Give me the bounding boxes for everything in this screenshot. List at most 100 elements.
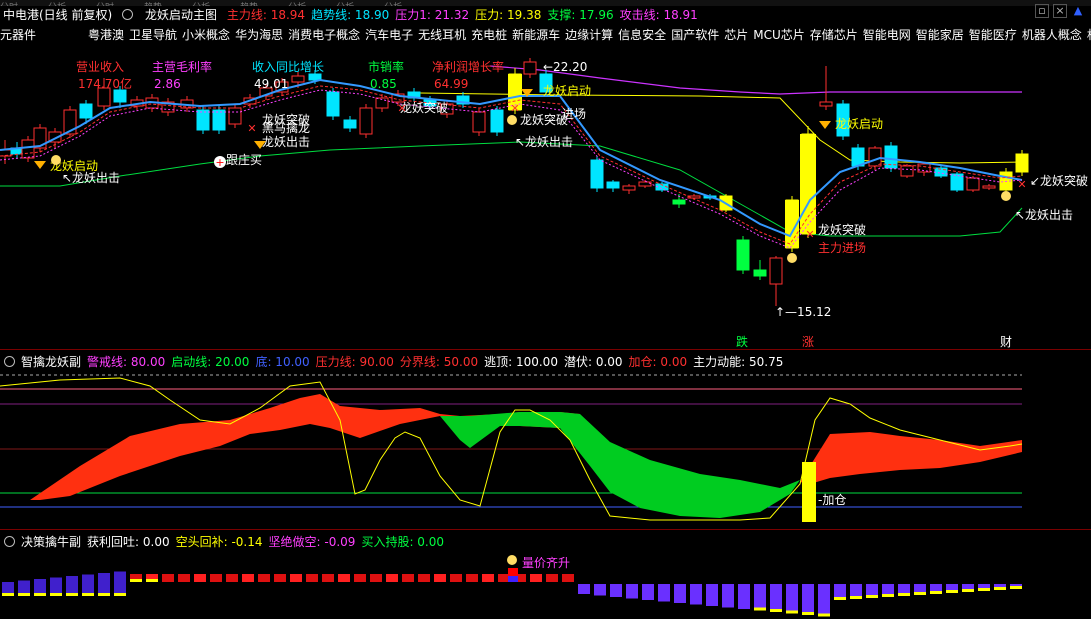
sub2-bar-5[interactable]: [82, 574, 94, 597]
sub2-cap-60: [962, 589, 974, 592]
chart-annotation-13: ↖龙妖出击: [1015, 208, 1073, 222]
sub2-bar-27[interactable]: [434, 574, 446, 582]
candle-body-44[interactable]: [736, 239, 750, 271]
candle-body-36[interactable]: [606, 181, 620, 189]
sub2-bar-39[interactable]: [626, 584, 638, 599]
sub2-bar-6[interactable]: [98, 573, 110, 596]
sub2-bar-49[interactable]: [786, 584, 798, 614]
sub2-bar-28[interactable]: [450, 574, 462, 582]
sub2-bar-14[interactable]: [226, 574, 238, 582]
sub2-bar-26[interactable]: [418, 574, 430, 582]
sub2-bar-34[interactable]: [546, 574, 558, 582]
sub2-bar-50[interactable]: [802, 584, 814, 615]
candle-body-31[interactable]: [490, 109, 504, 133]
follow-buy-plus: +: [215, 156, 224, 169]
sub2-bar-37[interactable]: [594, 584, 606, 596]
sub2-bar-47[interactable]: [754, 584, 766, 611]
sub2-bar-40[interactable]: [642, 584, 654, 600]
candle-body-49[interactable]: [819, 101, 833, 107]
sub2-bar-24[interactable]: [386, 574, 398, 582]
sub2-bar-36[interactable]: [578, 584, 590, 594]
candle-body-21[interactable]: [326, 91, 340, 117]
candle-body-61[interactable]: [1015, 153, 1029, 173]
candle-body-19[interactable]: [291, 75, 305, 83]
candle-body-6[interactable]: [79, 103, 93, 119]
fundamental-value-0: 174.70亿: [78, 76, 132, 91]
sub2-cap-62: [994, 587, 1006, 590]
sub2-cap-61: [978, 588, 990, 591]
sub2-bar-30[interactable]: [482, 574, 494, 582]
sub1-settings-icon[interactable]: [4, 356, 15, 367]
candle-body-40[interactable]: [672, 199, 686, 205]
chart-annotation-12: ↙龙妖突破: [1030, 173, 1088, 188]
candle-body-54[interactable]: [900, 165, 914, 177]
sub2-bar-29[interactable]: [466, 574, 478, 582]
sub2-bar-33[interactable]: [530, 574, 542, 582]
sub2-cap-56: [898, 593, 910, 596]
sub1-title[interactable]: 智擒龙妖副: [21, 355, 81, 369]
sub2-param-3: 买入持股: 0.00: [361, 535, 445, 549]
vol-price-label: 量价齐升: [522, 555, 570, 570]
sub2-bar-41[interactable]: [658, 584, 670, 602]
sub2-bar-43[interactable]: [690, 584, 702, 605]
candle-body-15[interactable]: [228, 107, 242, 125]
candle-body-55[interactable]: [917, 163, 931, 173]
sub2-bar-51[interactable]: [818, 584, 830, 617]
candle-body-37[interactable]: [622, 185, 636, 191]
candle-body-30[interactable]: [472, 111, 486, 133]
cross-marker-1: ✕: [397, 102, 406, 115]
high-price-label: ←22.20: [543, 60, 587, 74]
sub2-bar-35[interactable]: [562, 574, 574, 582]
candle-body-35[interactable]: [590, 159, 604, 189]
sub2-bar-44[interactable]: [706, 584, 718, 606]
candle-body-8[interactable]: [113, 89, 127, 103]
panel-divider-1[interactable]: [0, 349, 1091, 350]
sub2-cap-4: [66, 593, 78, 596]
sub2-bar-7[interactable]: [114, 571, 126, 597]
panel-divider-2[interactable]: [0, 529, 1091, 530]
candle-body-59[interactable]: [982, 185, 996, 189]
sub2-bar-20[interactable]: [322, 574, 334, 582]
sub2-bar-19[interactable]: [306, 574, 318, 582]
sub2-bar-25[interactable]: [402, 574, 414, 582]
add-position-bar[interactable]: [802, 462, 816, 522]
candle-body-2[interactable]: [21, 139, 35, 159]
candle-body-20[interactable]: [308, 73, 322, 81]
candle-body-14[interactable]: [212, 109, 226, 131]
sub2-bar-17[interactable]: [274, 574, 286, 582]
sub2-bar-48[interactable]: [770, 584, 782, 612]
sub2-cap-59: [946, 590, 958, 593]
candle-body-23[interactable]: [359, 107, 373, 135]
sub2-bar-10[interactable]: [162, 574, 174, 582]
candle-body-46[interactable]: [769, 257, 783, 285]
sub2-bar-11[interactable]: [178, 574, 190, 582]
sub2-cap-55: [882, 594, 894, 597]
candle-body-22[interactable]: [343, 119, 357, 129]
sub2-title[interactable]: 决策擒牛副: [21, 535, 81, 549]
sub2-bar-46[interactable]: [738, 584, 750, 609]
sub2-bar-16[interactable]: [258, 574, 270, 582]
candle-body-57[interactable]: [950, 173, 964, 191]
candle-body-45[interactable]: [753, 269, 767, 277]
candle-body-52[interactable]: [868, 147, 882, 167]
sub2-bar-13[interactable]: [210, 574, 222, 582]
sub2-bar-18[interactable]: [290, 574, 302, 582]
sub2-bar-12[interactable]: [194, 574, 206, 582]
sub2-bar-38[interactable]: [610, 584, 622, 597]
sub2-bar-21[interactable]: [338, 574, 350, 582]
bottom-tag-2: 财: [1000, 335, 1012, 349]
candle-body-58[interactable]: [966, 177, 980, 191]
sub2-bar-15[interactable]: [242, 574, 254, 582]
candle-body-13[interactable]: [196, 109, 210, 131]
sub2-bar-23[interactable]: [370, 574, 382, 582]
sub1-param-7: 加仓: 0.00: [628, 355, 688, 369]
sub2-bar-42[interactable]: [674, 584, 686, 603]
fundamental-label-3: 市销率: [368, 59, 404, 74]
candle-highlight-2[interactable]: [800, 134, 816, 234]
sub2-settings-icon[interactable]: [4, 536, 15, 547]
sub2-bar-45[interactable]: [722, 584, 734, 608]
chart-canvas[interactable]: 营业收入 174.70亿 主营毛利率 2.86 收入同比增长 49.01 市销率 0.85 净利…: [0, 0, 1091, 619]
candle-body-33[interactable]: [523, 61, 537, 75]
sub2-bar-22[interactable]: [354, 574, 366, 582]
chart-annotation-4: ↖龙妖出击: [515, 135, 573, 149]
